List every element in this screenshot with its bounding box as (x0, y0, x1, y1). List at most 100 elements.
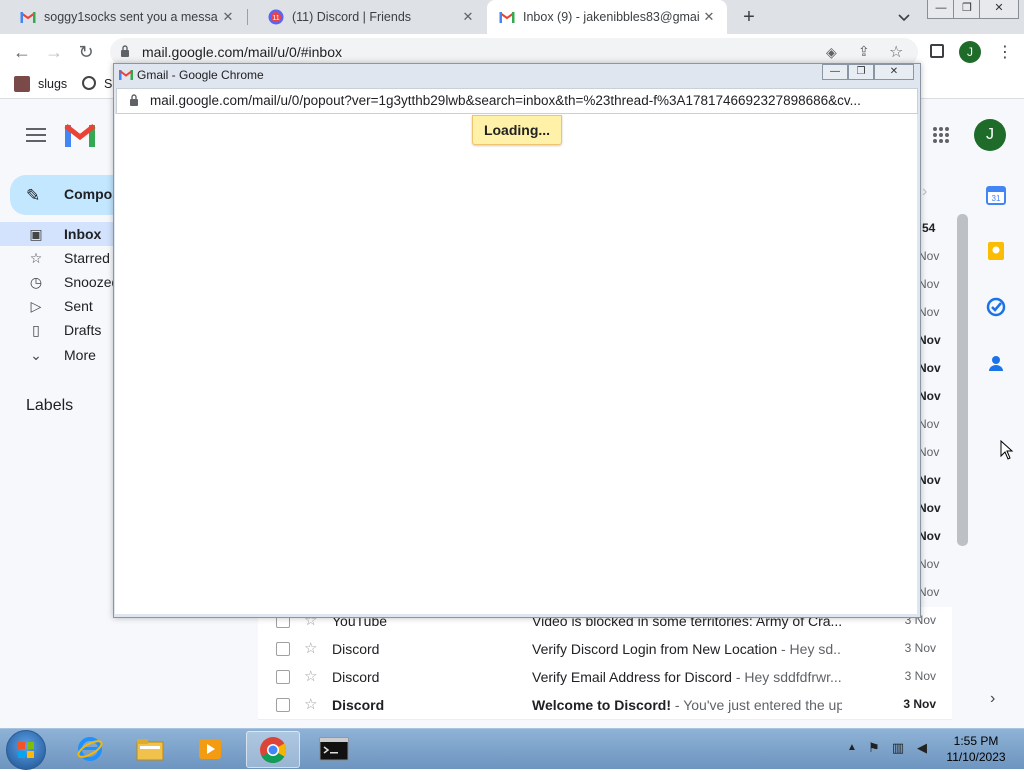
inbox-icon: ▣ (29, 225, 43, 242)
sidebar-item-label: More (64, 347, 96, 363)
volume-icon[interactable]: ◀ (914, 740, 930, 756)
row-date-partial: Nov (918, 305, 940, 319)
row-checkbox[interactable] (276, 642, 290, 656)
main-menu-icon[interactable] (26, 127, 46, 143)
restore-button[interactable]: ❐ (953, 0, 981, 19)
expand-panel-icon[interactable]: › (990, 690, 995, 708)
file-icon: ▯ (32, 321, 40, 338)
popup-content (115, 114, 917, 614)
chevron-down-icon: ⌄ (30, 346, 42, 363)
loading-indicator: Loading... (472, 115, 562, 145)
popup-url[interactable]: mail.google.com/mail/u/0/popout?ver=1g3y… (150, 93, 900, 108)
tasks-icon[interactable] (986, 297, 1006, 317)
profile-avatar[interactable]: J (959, 41, 981, 63)
lock-icon (129, 94, 139, 106)
next-page-icon[interactable]: › (922, 183, 927, 201)
forward-icon[interactable]: → (44, 42, 64, 62)
sidebar-item-label: Inbox (64, 226, 102, 242)
side-panel-icon[interactable] (930, 44, 944, 58)
calendar-icon[interactable]: 31 (986, 185, 1006, 205)
row-date: 3 Nov (904, 669, 936, 683)
close-tab-icon[interactable]: ✕ (699, 9, 719, 25)
bookmark-slugs[interactable]: slugs (38, 77, 67, 91)
row-subject: Verify Email Address for Discord - Hey s… (532, 669, 842, 685)
star-icon: ☆ (29, 249, 43, 266)
gmail-icon (119, 68, 133, 80)
contacts-icon[interactable] (986, 353, 1006, 373)
keep-icon[interactable] (986, 241, 1006, 261)
popup-close-button[interactable]: ✕ (874, 64, 914, 80)
tab-gmail-message[interactable]: soggy1socks sent you a message ✕ (0, 0, 246, 34)
globe-icon (82, 76, 96, 90)
tab-search-icon[interactable] (895, 8, 913, 26)
row-subject: Welcome to Discord! - You've just entere… (532, 697, 842, 713)
clock[interactable]: 1:55 PM 11/10/2023 (944, 733, 1008, 765)
table-row[interactable]: ☆ Discord Verify Discord Login from New … (258, 635, 952, 664)
sidebar-item-label: Sent (64, 298, 93, 314)
table-row[interactable]: ☆ Discord Welcome to Discord! - You've j… (258, 691, 952, 720)
tray-expand-icon[interactable]: ▲ (844, 742, 860, 758)
internet-explorer-icon[interactable] (64, 731, 116, 766)
sidebar-item-label: Starred (64, 250, 110, 266)
tab-discord[interactable]: 11 (11) Discord | Friends ✕ (248, 0, 486, 34)
row-date-partial: Nov (918, 529, 941, 543)
action-center-icon[interactable]: ⚑ (866, 740, 882, 756)
popup-restore-button[interactable]: ❐ (848, 64, 874, 80)
account-avatar[interactable]: J (974, 119, 1006, 151)
row-checkbox[interactable] (276, 670, 290, 684)
row-date-partial: Nov (918, 585, 940, 599)
start-button[interactable] (6, 730, 46, 770)
row-date-partial: Nov (918, 333, 941, 347)
slugs-bookmark-icon (14, 76, 30, 92)
row-date: 3 Nov (903, 697, 936, 711)
clock-time: 1:55 PM (953, 734, 999, 748)
minimize-button[interactable]: — (927, 0, 955, 19)
sidebar-item-label: Snoozed (64, 274, 120, 290)
row-date-partial: Nov (918, 277, 940, 291)
bookmark-star-icon[interactable]: ☆ (889, 42, 903, 62)
share-icon[interactable]: ⇪ (858, 43, 870, 60)
pencil-icon: ✎ (26, 186, 41, 205)
tab-title: soggy1socks sent you a message (44, 10, 218, 24)
address-url[interactable]: mail.google.com/mail/u/0/#inbox (142, 44, 342, 60)
menu-kebab-icon[interactable]: ⋮ (997, 42, 1013, 62)
row-sender: Discord (332, 641, 380, 657)
scrollbar[interactable] (957, 214, 968, 546)
bookmark-s[interactable]: S (104, 77, 112, 91)
chrome-icon[interactable] (246, 731, 300, 768)
gmail-logo-icon[interactable] (64, 122, 96, 148)
star-icon[interactable]: ☆ (304, 639, 317, 657)
back-icon[interactable]: ← (12, 42, 32, 62)
row-checkbox[interactable] (276, 698, 290, 712)
lock-icon (120, 45, 130, 57)
close-button[interactable]: ✕ (979, 0, 1019, 19)
row-date: 3 Nov (904, 641, 936, 655)
row-sender: Discord (332, 669, 380, 685)
close-tab-icon[interactable]: ✕ (458, 9, 478, 25)
table-row[interactable]: ☆ Discord Verify Email Address for Disco… (258, 663, 952, 692)
tab-gmail-inbox[interactable]: Inbox (9) - jakenibbles83@gmail.com ✕ (487, 0, 727, 34)
star-icon[interactable]: ☆ (304, 695, 317, 713)
svg-text:31: 31 (992, 194, 1001, 203)
popup-minimize-button[interactable]: — (822, 64, 848, 80)
star-icon[interactable]: ☆ (304, 667, 317, 685)
row-date-partial: Nov (918, 473, 941, 487)
row-date-partial: Nov (918, 501, 941, 515)
file-explorer-icon[interactable] (124, 731, 176, 766)
extension-icon[interactable]: ◈ (826, 44, 837, 61)
apps-grid-icon[interactable] (932, 126, 950, 144)
row-date-partial: Nov (918, 417, 940, 431)
row-date-partial: Nov (918, 249, 940, 263)
labels-heading: Labels (26, 397, 74, 414)
tab-title: Inbox (9) - jakenibbles83@gmail.com (523, 10, 699, 24)
new-tab-button[interactable]: + (738, 6, 760, 28)
network-icon[interactable]: ▥ (890, 740, 906, 756)
row-date-partial: Nov (918, 557, 940, 571)
row-date-partial: Nov (918, 361, 941, 375)
mouse-cursor-icon (1000, 439, 1014, 460)
media-player-icon[interactable] (184, 731, 236, 766)
close-tab-icon[interactable]: ✕ (218, 9, 238, 25)
reload-icon[interactable]: ↻ (76, 42, 96, 62)
gmail-icon (20, 9, 36, 25)
cmd-icon[interactable] (308, 731, 360, 766)
